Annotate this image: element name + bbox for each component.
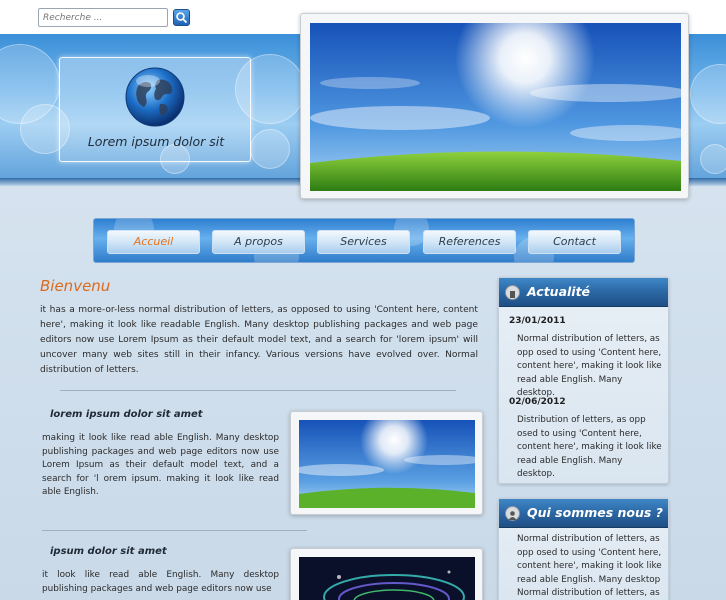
nav-item-a-propos[interactable]: A propos	[212, 230, 305, 254]
hero-image-frame	[300, 13, 689, 199]
site-tagline: Lorem ipsum dolor sit	[87, 134, 225, 149]
nav-item-services[interactable]: Services	[317, 230, 410, 254]
nav-item-contact[interactable]: Contact	[528, 230, 621, 254]
search-icon	[176, 12, 188, 24]
article-image[interactable]	[299, 557, 475, 600]
nav-item-references[interactable]: References	[423, 230, 516, 254]
article-title: ipsum dolor sit amet	[50, 546, 167, 557]
main-nav: Accueil A propos Services References Con…	[93, 218, 635, 263]
news-panel-header: Actualité	[499, 278, 668, 307]
page-title: Bienvenu	[40, 277, 111, 295]
document-icon	[505, 285, 520, 300]
user-icon	[505, 506, 520, 521]
search-input[interactable]	[38, 8, 168, 27]
article-image[interactable]	[299, 420, 475, 508]
about-panel-header: Qui sommes nous ?	[499, 499, 668, 528]
article-image-frame	[290, 411, 483, 515]
news-date: 23/01/2011	[509, 316, 566, 326]
article-text: it look like read able English. Many des…	[42, 570, 279, 594]
news-panel: Actualité 23/01/2011 Normal distribution…	[498, 277, 669, 484]
divider	[60, 390, 456, 391]
search-button[interactable]	[173, 9, 190, 26]
about-text: Normal distribution of letters, as opp o…	[517, 534, 662, 598]
news-panel-title: Actualité	[527, 284, 591, 299]
article-image-frame	[290, 548, 483, 600]
about-panel-title: Qui sommes nous ?	[527, 505, 663, 520]
hero-image	[310, 23, 681, 191]
nav-item-accueil[interactable]: Accueil	[107, 230, 200, 254]
intro-paragraph: it has a more-or-less normal distributio…	[40, 305, 478, 375]
article-title: lorem ipsum dolor sit amet	[50, 409, 203, 420]
news-text: Normal distribution of letters, as opp o…	[517, 334, 662, 398]
about-panel: Qui sommes nous ? Normal distribution of…	[498, 498, 669, 600]
logo[interactable]: Lorem ipsum dolor sit	[59, 57, 251, 162]
divider	[42, 530, 307, 531]
article-text: making it look like read able English. M…	[42, 433, 279, 497]
globe-icon	[125, 67, 185, 127]
news-date: 02/06/2012	[509, 397, 566, 407]
news-text: Distribution of letters, as opp osed to …	[517, 415, 662, 479]
